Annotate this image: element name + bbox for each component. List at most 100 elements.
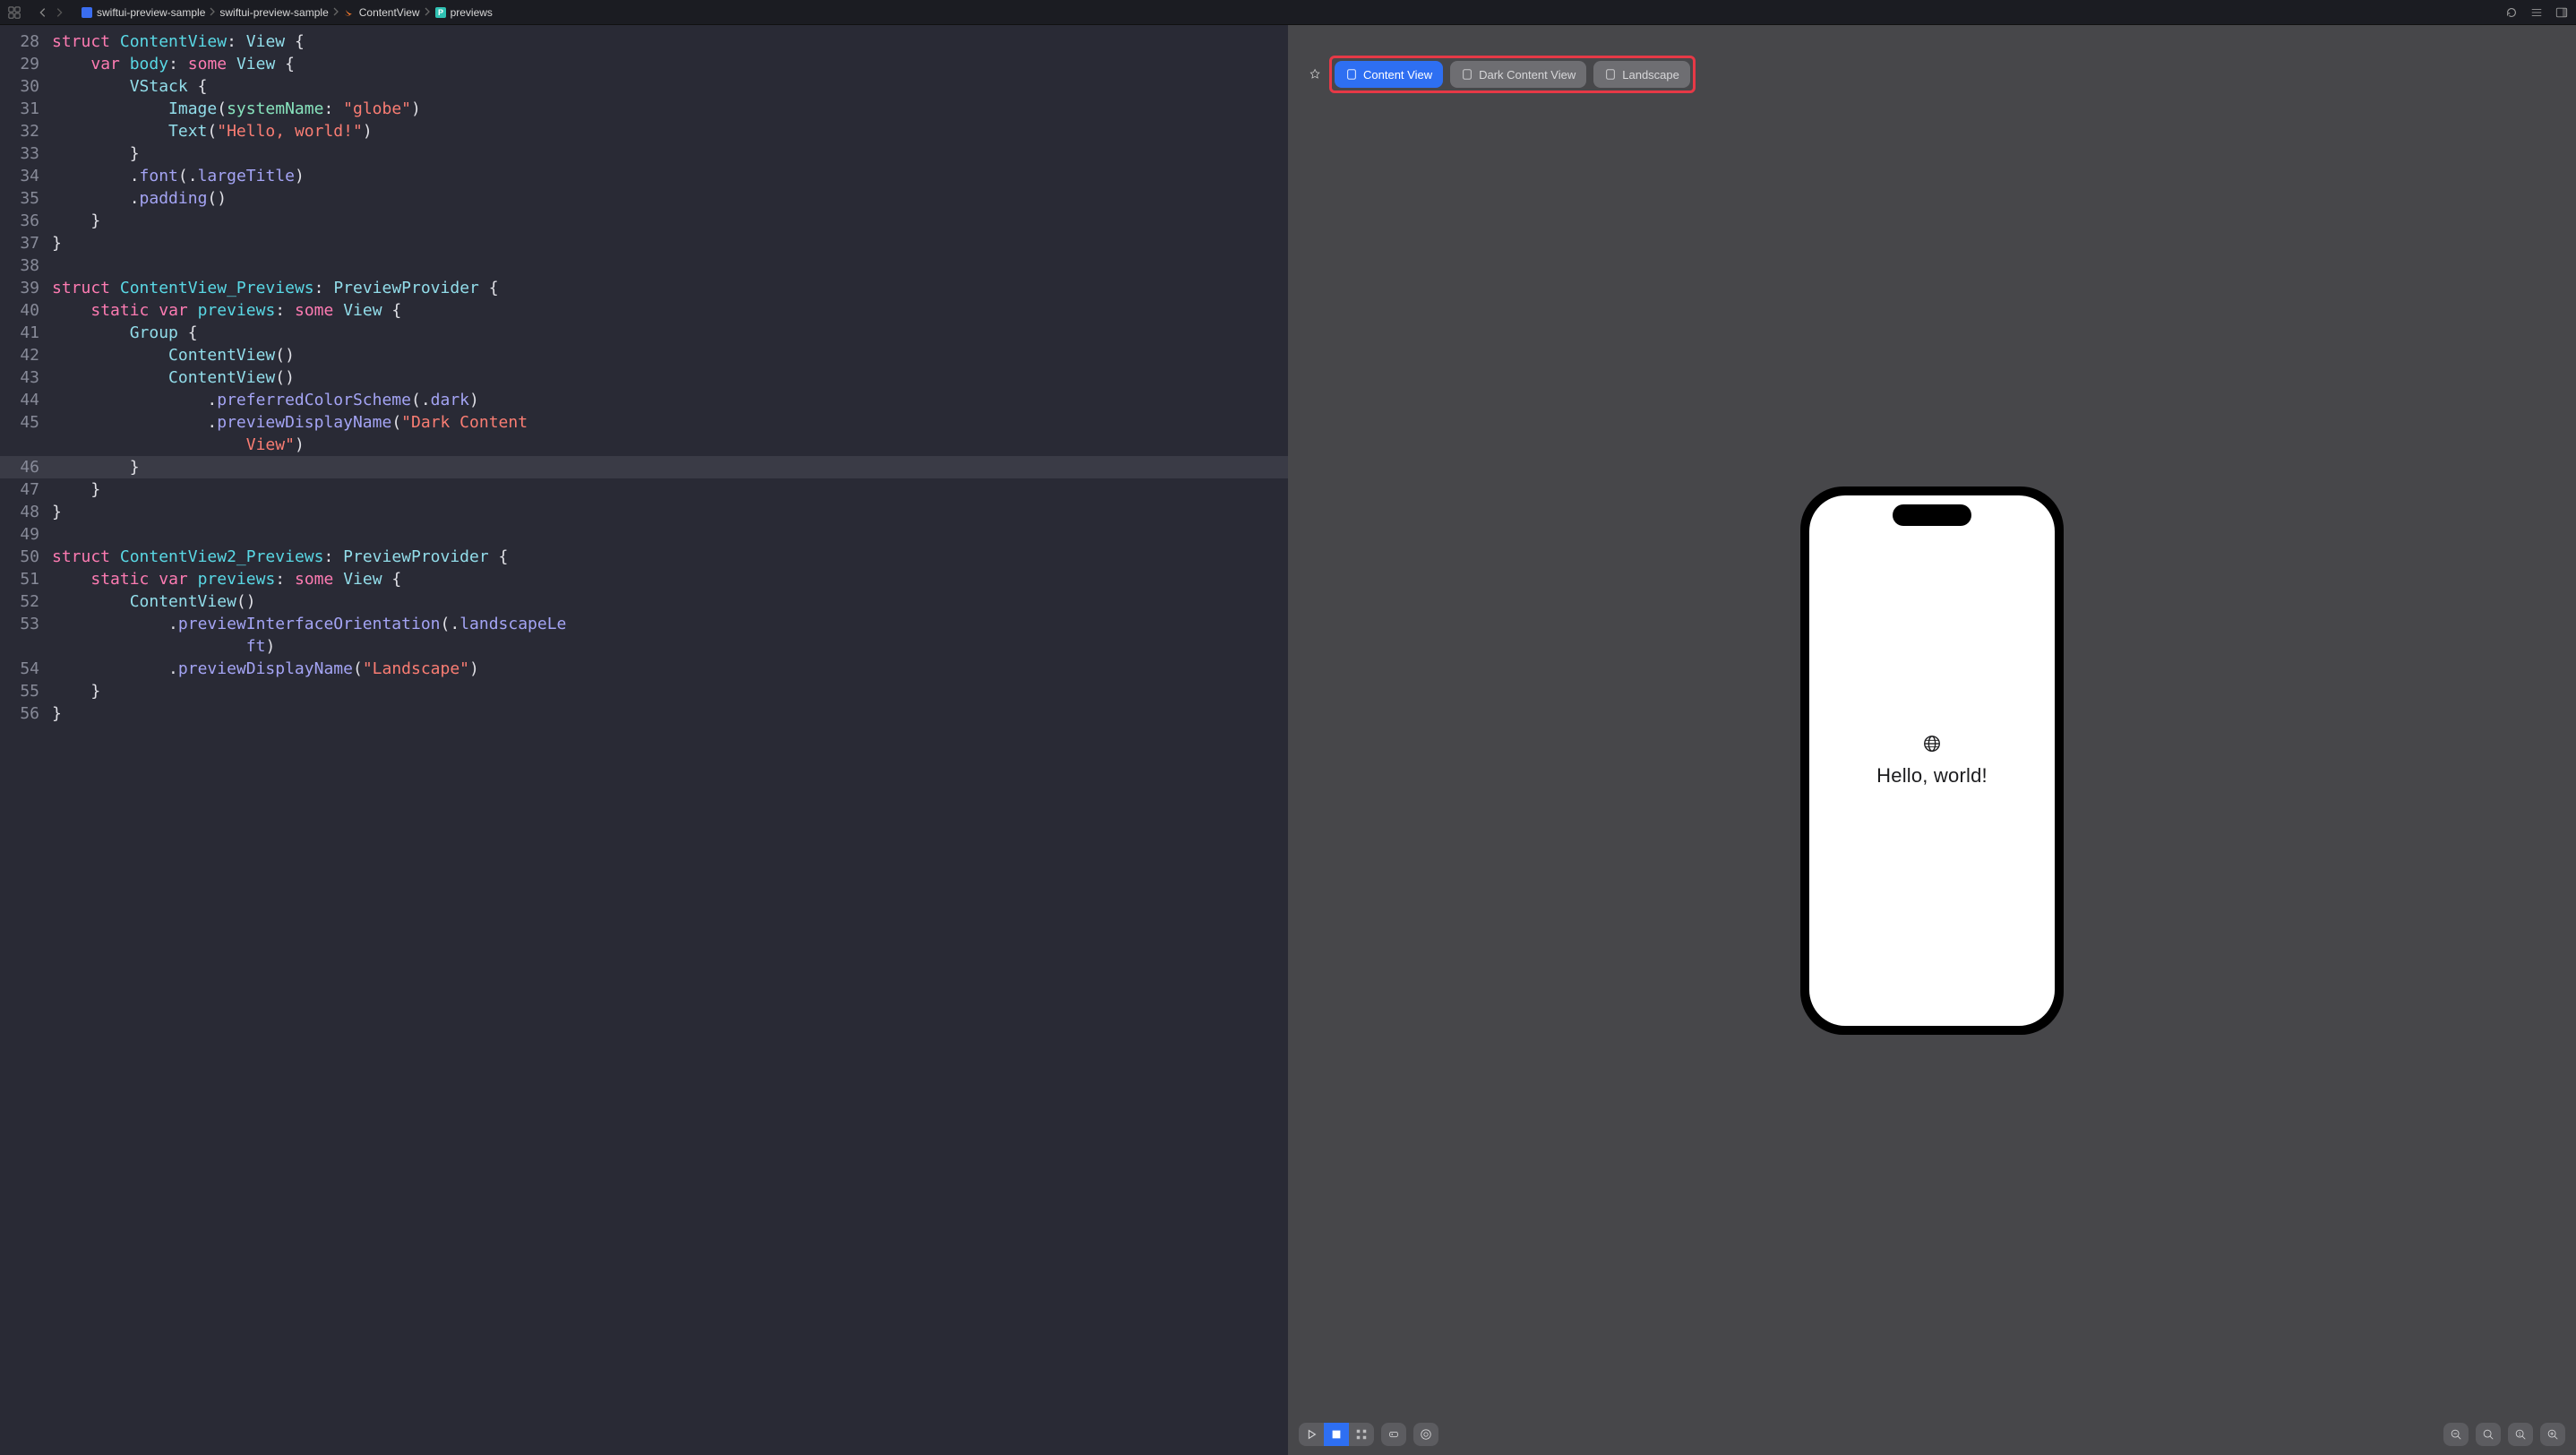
preview-mode-seg [1299, 1423, 1374, 1446]
nav-back-forward [36, 5, 66, 20]
code-line[interactable]: 30 VStack { [0, 75, 1288, 98]
code-line[interactable]: ft) [0, 635, 1288, 658]
code-line[interactable]: 35 .padding() [0, 187, 1288, 210]
zoom-fit-button[interactable]: 1 [2508, 1423, 2533, 1446]
preview-tab[interactable]: Dark Content View [1450, 61, 1586, 88]
code-line[interactable]: 36 } [0, 210, 1288, 232]
line-number: 55 [0, 680, 52, 702]
code-line[interactable]: 41 Group { [0, 322, 1288, 344]
code-line[interactable]: View") [0, 434, 1288, 456]
code-line[interactable]: 51 static var previews: some View { [0, 568, 1288, 590]
code-line[interactable]: 32 Text("Hello, world!") [0, 120, 1288, 142]
line-number: 28 [0, 30, 52, 53]
zoom-out-button[interactable] [2443, 1423, 2469, 1446]
preview-tabs: Content View Dark Content View Landscape [1302, 61, 1690, 88]
code-line[interactable]: 45 .previewDisplayName("Dark Content [0, 411, 1288, 434]
code-line[interactable]: 48} [0, 501, 1288, 523]
selectable-preview-button[interactable] [1324, 1423, 1349, 1446]
code-line[interactable]: 29 var body: some View { [0, 53, 1288, 75]
refresh-icon[interactable] [2504, 5, 2519, 20]
preview-tab-label: Content View [1363, 68, 1432, 82]
variants-preview-button[interactable] [1349, 1423, 1374, 1446]
code-line[interactable]: 44 .preferredColorScheme(.dark) [0, 389, 1288, 411]
iphone-frame: Hello, world! [1800, 486, 2064, 1035]
breadcrumb-item[interactable]: Ppreviews [434, 6, 493, 19]
live-preview-button[interactable] [1299, 1423, 1324, 1446]
navigator-icon[interactable] [7, 5, 21, 20]
line-number: 41 [0, 322, 52, 344]
preview-bottom-right: 1 [2443, 1423, 2565, 1446]
line-number: 50 [0, 546, 52, 568]
line-number: 38 [0, 254, 52, 277]
line-number: 51 [0, 568, 52, 590]
line-number: 54 [0, 658, 52, 680]
breadcrumb-item[interactable]: ContentView [343, 6, 420, 19]
breadcrumb: swiftui-preview-sample swiftui-preview-sa… [81, 6, 493, 19]
code-text: var body: some View { [52, 53, 1288, 75]
line-number: 42 [0, 344, 52, 366]
toggle-sidebar-icon[interactable] [2555, 5, 2569, 20]
code-line[interactable]: 31 Image(systemName: "globe") [0, 98, 1288, 120]
code-text: } [52, 702, 1288, 725]
code-line[interactable]: 37} [0, 232, 1288, 254]
code-line[interactable]: 46 } [0, 456, 1288, 478]
forward-button[interactable] [52, 5, 66, 20]
code-text: .preferredColorScheme(.dark) [52, 389, 1288, 411]
code-editor[interactable]: 28struct ContentView: View {29 var body:… [0, 25, 1288, 1455]
back-button[interactable] [36, 5, 50, 20]
app-content: Hello, world! [1876, 734, 1988, 788]
device-stage: Hello, world! [1288, 75, 2576, 1446]
code-line[interactable]: 43 ContentView() [0, 366, 1288, 389]
code-line[interactable]: 40 static var previews: some View { [0, 299, 1288, 322]
code-line[interactable]: 56} [0, 702, 1288, 725]
code-text: .previewDisplayName("Landscape") [52, 658, 1288, 680]
preview-tab[interactable]: Content View [1335, 61, 1443, 88]
code-line[interactable]: 50struct ContentView2_Previews: PreviewP… [0, 546, 1288, 568]
code-line[interactable]: 33 } [0, 142, 1288, 165]
code-text: Group { [52, 322, 1288, 344]
line-number: 48 [0, 501, 52, 523]
code-text: } [52, 680, 1288, 702]
code-line[interactable]: 53 .previewInterfaceOrientation(.landsca… [0, 613, 1288, 635]
code-line[interactable]: 39struct ContentView_Previews: PreviewPr… [0, 277, 1288, 299]
zoom-in-button[interactable] [2540, 1423, 2565, 1446]
pin-button[interactable] [1302, 62, 1327, 87]
code-line[interactable]: 34 .font(.largeTitle) [0, 165, 1288, 187]
adjust-icon[interactable] [2529, 5, 2544, 20]
hello-text: Hello, world! [1876, 764, 1988, 788]
breadcrumb-label: swiftui-preview-sample [97, 6, 205, 19]
code-text: ContentView() [52, 344, 1288, 366]
code-text: .previewDisplayName("Dark Content [52, 411, 1288, 434]
code-line[interactable]: 55 } [0, 680, 1288, 702]
code-text: } [52, 232, 1288, 254]
code-line[interactable]: 38 [0, 254, 1288, 277]
code-text: } [52, 478, 1288, 501]
iphone-screen: Hello, world! [1809, 495, 2055, 1026]
preview-info-button[interactable] [1413, 1423, 1438, 1446]
code-text: } [52, 501, 1288, 523]
code-line[interactable]: 28struct ContentView: View { [0, 30, 1288, 53]
line-number: 43 [0, 366, 52, 389]
line-number: 32 [0, 120, 52, 142]
breadcrumb-item[interactable]: swiftui-preview-sample [81, 6, 205, 19]
svg-text:P: P [438, 8, 443, 17]
line-number: 30 [0, 75, 52, 98]
svg-text:1: 1 [2519, 1432, 2521, 1437]
top-bar: swiftui-preview-sample swiftui-preview-sa… [0, 0, 2576, 25]
code-line[interactable]: 42 ContentView() [0, 344, 1288, 366]
line-number: 33 [0, 142, 52, 165]
line-number: 31 [0, 98, 52, 120]
code-line[interactable]: 52 ContentView() [0, 590, 1288, 613]
code-line[interactable]: 49 [0, 523, 1288, 546]
line-number: 39 [0, 277, 52, 299]
main-split: 28struct ContentView: View {29 var body:… [0, 25, 2576, 1455]
code-line[interactable]: 47 } [0, 478, 1288, 501]
device-settings-button[interactable] [1381, 1423, 1406, 1446]
line-number: 34 [0, 165, 52, 187]
zoom-actual-button[interactable] [2476, 1423, 2501, 1446]
code-text: static var previews: some View { [52, 299, 1288, 322]
breadcrumb-item[interactable]: swiftui-preview-sample [219, 6, 328, 19]
chevron-right-icon [332, 6, 339, 19]
code-line[interactable]: 54 .previewDisplayName("Landscape") [0, 658, 1288, 680]
preview-tab[interactable]: Landscape [1593, 61, 1690, 88]
